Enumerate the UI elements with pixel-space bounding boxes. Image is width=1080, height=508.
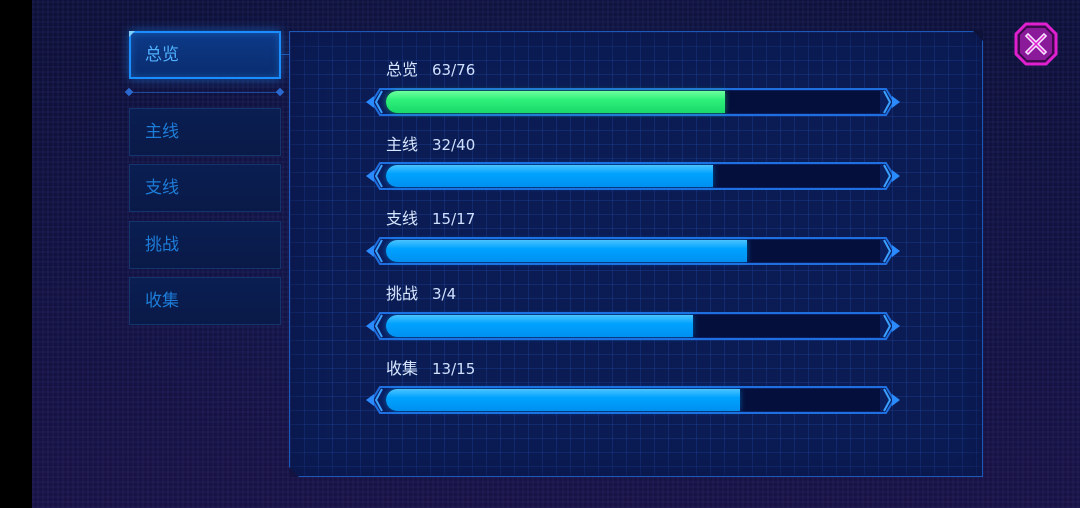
progress-title: 主线 (386, 135, 419, 154)
panel-corner (289, 467, 299, 477)
tab-challenge[interactable]: 挑战 (129, 221, 281, 269)
bar-fill (386, 165, 713, 187)
progress-label-main: 主线 32/40 (386, 134, 475, 156)
progress-label-overview: 总览 63/76 (386, 59, 475, 81)
screen-edge (0, 0, 32, 508)
progress-count: 3/4 (432, 285, 457, 303)
progress-title: 挑战 (386, 284, 419, 303)
game-screen: 总览 主线 支线 挑战 收集 总览 63/76 主线 32/40 支线 15/17 挑… (0, 0, 1080, 508)
bar-fill (386, 91, 725, 113)
progress-title: 总览 (386, 60, 419, 79)
progress-label-collection: 收集 13/15 (386, 358, 475, 380)
progress-bar-side (366, 236, 900, 266)
close-button[interactable] (1014, 22, 1058, 66)
progress-count: 15/17 (432, 210, 476, 228)
progress-bar-collection (366, 385, 900, 415)
progress-count: 32/40 (432, 136, 476, 154)
tab-main-quest[interactable]: 主线 (129, 108, 281, 156)
progress-label-side: 支线 15/17 (386, 208, 475, 230)
tab-collection[interactable]: 收集 (129, 277, 281, 325)
bar-fill (386, 389, 740, 411)
progress-count: 13/15 (432, 360, 476, 378)
progress-title: 收集 (386, 359, 419, 378)
tab-side-quest[interactable]: 支线 (129, 164, 281, 212)
bar-fill (386, 240, 747, 262)
progress-bar-challenge (366, 311, 900, 341)
sidebar-divider (129, 92, 283, 93)
panel-corner (973, 31, 983, 41)
progress-count: 63/76 (432, 61, 476, 79)
progress-title: 支线 (386, 209, 419, 228)
progress-bar-main (366, 161, 900, 191)
close-icon (1014, 22, 1058, 66)
progress-label-challenge: 挑战 3/4 (386, 283, 456, 305)
bar-fill (386, 315, 693, 337)
progress-bar-overview (366, 87, 900, 117)
tab-overview[interactable]: 总览 (129, 31, 281, 79)
